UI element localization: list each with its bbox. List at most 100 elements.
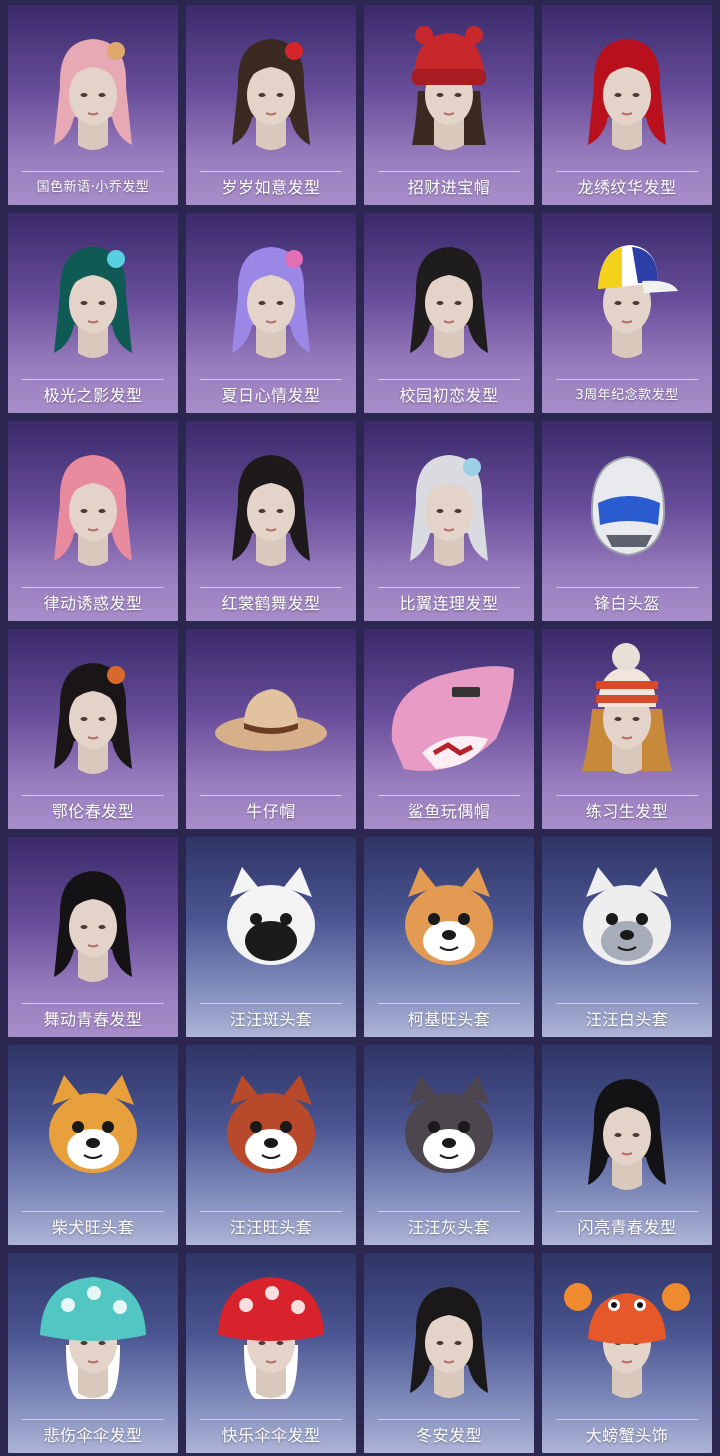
outfit-label: 汪汪斑头套 xyxy=(229,1010,313,1029)
double-bun-hair-icon xyxy=(232,455,310,566)
outfit-label: 红裳鹤舞发型 xyxy=(221,594,321,613)
outfit-card[interactable]: 夏日心情发型 xyxy=(186,213,356,413)
outfit-card[interactable]: 柯基旺头套 xyxy=(364,837,534,1037)
outfit-label: 岁岁如意发型 xyxy=(221,178,321,197)
outfit-label: 校园初恋发型 xyxy=(399,386,499,405)
outfit-label: 龙绣纹华发型 xyxy=(577,178,677,197)
outfit-card[interactable]: 3周年纪念款发型 xyxy=(542,213,712,413)
dalmatian-mask-icon xyxy=(227,867,315,965)
outfit-label: 汪汪旺头套 xyxy=(229,1218,313,1237)
card-divider xyxy=(556,171,698,172)
outfit-card[interactable]: 冬安发型 xyxy=(364,1253,534,1453)
card-divider xyxy=(378,1211,520,1212)
card-divider xyxy=(378,1419,520,1420)
outfit-card[interactable]: 大螃蟹头饰 xyxy=(542,1253,712,1453)
baseball-cap-icon xyxy=(598,245,678,358)
outfit-label: 舞动青春发型 xyxy=(43,1010,143,1029)
outfit-card[interactable]: 汪汪灰头套 xyxy=(364,1045,534,1245)
outfit-label: 夏日心情发型 xyxy=(221,386,321,405)
outfit-label: 悲伤伞伞发型 xyxy=(43,1426,143,1445)
card-divider xyxy=(200,1003,342,1004)
outfit-card[interactable]: 快乐伞伞发型 xyxy=(186,1253,356,1453)
card-divider xyxy=(200,171,342,172)
headband-braid-hair-icon xyxy=(54,663,132,774)
outfit-grid: 国色新语·小乔发型 岁岁如意发型 招财进宝帽 龙绣纹华发型极光之影发型 夏日心情发型 校园… xyxy=(0,0,720,1456)
outfit-label: 汪汪灰头套 xyxy=(407,1218,491,1237)
card-divider xyxy=(200,1419,342,1420)
outfit-card[interactable]: 汪汪旺头套 xyxy=(186,1045,356,1245)
card-divider xyxy=(200,587,342,588)
black-long-hair-icon xyxy=(410,247,488,358)
outfit-card[interactable]: 招财进宝帽 xyxy=(364,5,534,205)
outfit-label: 闪亮青春发型 xyxy=(577,1218,677,1237)
outfit-card[interactable]: 悲伤伞伞发型 xyxy=(8,1253,178,1453)
outfit-card[interactable]: 比翼连理发型 xyxy=(364,421,534,621)
outfit-card[interactable]: 国色新语·小乔发型 xyxy=(8,5,178,205)
outfit-card[interactable]: 柴犬旺头套 xyxy=(8,1045,178,1245)
outfit-label: 冬安发型 xyxy=(415,1426,482,1445)
outfit-label: 招财进宝帽 xyxy=(407,178,491,197)
card-divider xyxy=(22,1003,164,1004)
card-divider xyxy=(22,795,164,796)
pink-ponytail-hair-icon xyxy=(54,455,132,566)
outfit-label: 鄂伦春发型 xyxy=(51,802,135,821)
silver-feather-hair-icon xyxy=(410,455,488,566)
corgi-mask-icon xyxy=(405,867,493,965)
pink-braided-hair-icon xyxy=(54,39,132,150)
outfit-label: 极光之影发型 xyxy=(43,386,143,405)
outfit-card[interactable]: 律动诱惑发型 xyxy=(8,421,178,621)
red-mushroom-hat-icon xyxy=(218,1277,324,1399)
shark-plush-hat-icon xyxy=(391,666,514,771)
twin-tail-hair-icon xyxy=(232,39,310,150)
outfit-label: 3周年纪念款发型 xyxy=(575,388,679,403)
card-divider xyxy=(378,171,520,172)
lavender-hair-icon xyxy=(232,247,310,358)
outfit-card[interactable]: 岁岁如意发型 xyxy=(186,5,356,205)
outfit-card[interactable]: 汪汪白头套 xyxy=(542,837,712,1037)
outfit-label: 练习生发型 xyxy=(585,802,669,821)
card-divider xyxy=(22,379,164,380)
outfit-card[interactable]: 鲨鱼玩偶帽 xyxy=(364,629,534,829)
outfit-card[interactable]: 红裳鹤舞发型 xyxy=(186,421,356,621)
outfit-card[interactable]: 闪亮青春发型 xyxy=(542,1045,712,1245)
card-divider xyxy=(556,795,698,796)
outfit-card[interactable]: 极光之影发型 xyxy=(8,213,178,413)
teal-mushroom-hat-icon xyxy=(40,1277,146,1399)
teal-twin-tail-hair-icon xyxy=(54,247,132,358)
card-divider xyxy=(200,795,342,796)
card-divider xyxy=(22,587,164,588)
card-divider xyxy=(378,587,520,588)
gray-dog-mask-icon xyxy=(405,1075,493,1173)
card-divider xyxy=(556,1211,698,1212)
outfit-card[interactable]: 舞动青春发型 xyxy=(8,837,178,1037)
card-divider xyxy=(378,379,520,380)
outfit-label: 柯基旺头套 xyxy=(407,1010,491,1029)
card-divider xyxy=(378,1003,520,1004)
outfit-card[interactable]: 练习生发型 xyxy=(542,629,712,829)
black-bangs-hair-icon xyxy=(54,871,132,982)
outfit-label: 柴犬旺头套 xyxy=(51,1218,135,1237)
outfit-label: 国色新语·小乔发型 xyxy=(36,180,150,195)
red-dog-mask-icon xyxy=(227,1075,315,1173)
outfit-label: 汪汪白头套 xyxy=(585,1010,669,1029)
outfit-card[interactable]: 牛仔帽 xyxy=(186,629,356,829)
knit-beanie-hair-icon xyxy=(582,643,672,774)
outfit-label: 牛仔帽 xyxy=(246,802,296,821)
card-divider xyxy=(22,171,164,172)
outfit-card[interactable]: 汪汪斑头套 xyxy=(186,837,356,1037)
card-divider xyxy=(22,1211,164,1212)
red-knit-hat-icon xyxy=(412,26,486,150)
card-divider xyxy=(200,1211,342,1212)
outfit-card[interactable]: 锋白头盔 xyxy=(542,421,712,621)
card-divider xyxy=(556,379,698,380)
outfit-label: 比翼连理发型 xyxy=(399,594,499,613)
outfit-card[interactable]: 龙绣纹华发型 xyxy=(542,5,712,205)
shiba-mask-icon xyxy=(49,1075,137,1173)
outfit-label: 律动诱惑发型 xyxy=(43,594,143,613)
outfit-card[interactable]: 校园初恋发型 xyxy=(364,213,534,413)
low-braid-hair-icon xyxy=(410,1287,488,1398)
card-divider xyxy=(556,587,698,588)
outfit-card[interactable]: 鄂伦春发型 xyxy=(8,629,178,829)
card-divider xyxy=(378,795,520,796)
outfit-label: 快乐伞伞发型 xyxy=(221,1426,321,1445)
